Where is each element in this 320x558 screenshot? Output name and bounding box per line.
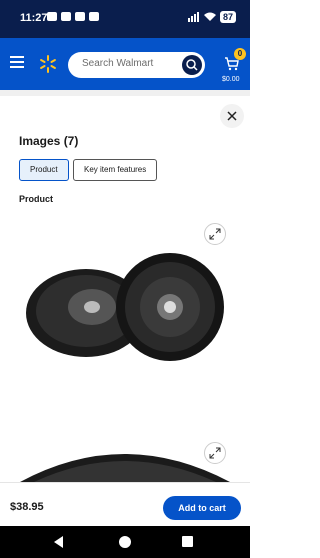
search-button[interactable] [182,55,202,75]
spark-logo-icon[interactable] [38,54,58,74]
back-icon[interactable] [54,536,63,548]
zoom-button[interactable] [204,223,226,245]
cart-count-badge: 0 [234,48,246,60]
tab-product[interactable]: Product [19,159,69,181]
youtube-icon [47,12,57,21]
app-header: Search Walmart 0 $0.00 [0,38,250,90]
youtube-icon [75,12,85,21]
tiktok-icon [89,12,99,21]
tab-key-item-features[interactable]: Key item features [73,159,158,181]
sheet-title: Images (7) [19,134,79,148]
product-image-speakers[interactable] [14,251,236,371]
section-label: Product [19,194,54,204]
search-input[interactable]: Search Walmart [68,52,205,78]
zoom-icon [209,228,221,240]
search-placeholder: Search Walmart [82,58,154,69]
signal-icon [187,12,199,22]
status-bar: 11:27 87 [0,0,250,38]
purchase-bar: $38.95 Add to cart [0,482,250,527]
close-icon [227,111,237,121]
battery-indicator: 87 [219,11,236,23]
price: $38.95 [10,501,44,513]
menu-icon[interactable] [10,56,24,68]
status-time: 11:27 [20,12,48,24]
wifi-icon [203,12,216,21]
notification-icons [47,12,99,21]
system-nav-bar [0,526,250,558]
search-icon [186,59,198,71]
recents-icon[interactable] [182,536,193,547]
product-image-speaker-closeup[interactable] [14,436,236,482]
cart-total: $0.00 [222,76,240,83]
tiktok-icon [61,12,71,21]
home-icon[interactable] [119,536,131,548]
system-icons: 87 [187,11,236,23]
add-to-cart-button[interactable]: Add to cart [163,496,241,520]
close-button[interactable] [220,104,244,128]
